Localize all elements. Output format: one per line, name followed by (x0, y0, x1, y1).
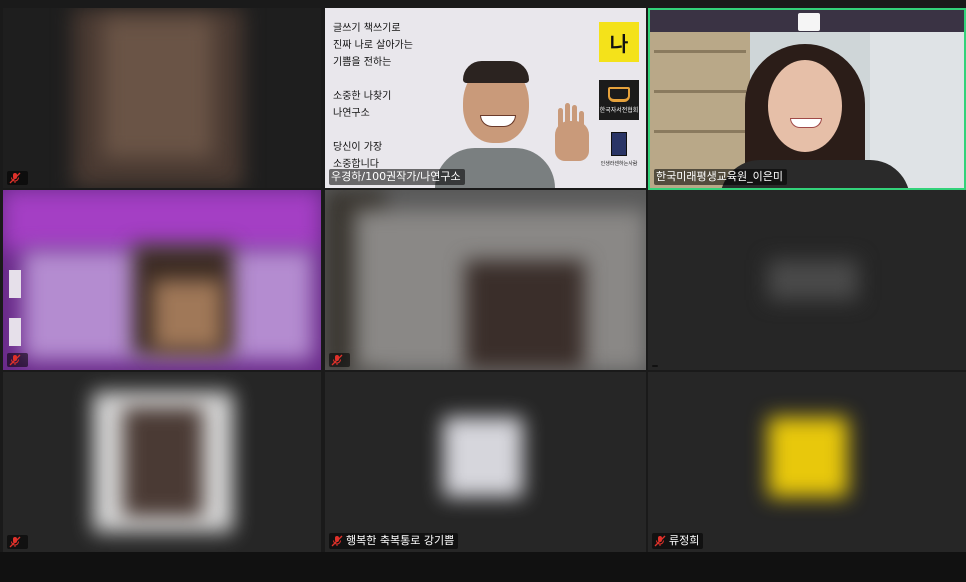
participant-tile-8[interactable]: 행복한 축복통로 강기쁨 (325, 372, 646, 552)
slide-line: 글쓰기 책쓰기로 (333, 23, 401, 34)
participant-name: 한국미래평생교육원_이은미 (656, 170, 783, 183)
participant-name-tag (7, 353, 28, 367)
participant-name-tag: 류정희 (652, 533, 704, 549)
participant-tile-1[interactable] (3, 8, 321, 188)
book-cover-icon (611, 132, 627, 156)
participant-name-tag: 한국미래평생교육원_이은미 (654, 169, 787, 185)
book-icon (608, 86, 630, 102)
participant-name-tag (329, 353, 350, 367)
logo-caption: 한국자서전협회 (599, 106, 639, 114)
mic-muted-icon (331, 535, 343, 547)
participant-name-tag: 행복한 축복통로 강기쁨 (329, 533, 459, 549)
background-bookshelf (650, 10, 750, 188)
mic-muted-icon (9, 172, 21, 184)
mic-muted-icon (9, 536, 21, 548)
association-logo: 한국자서전협회 (599, 80, 639, 120)
mic-muted-icon (331, 354, 343, 366)
video-grid: 글쓰기 책쓰기로 진짜 나로 살아가는 기쁨을 전하는 소중한 나찾기 나연구소… (0, 0, 966, 552)
na-logo: 나 (599, 22, 639, 62)
participant-name-tag: 우경하/100권작가/나연구소 (329, 169, 465, 185)
logo-text: 나 (609, 31, 629, 56)
participant-name: 우경하/100권작가/나연구소 (331, 170, 461, 183)
participant-name: 행복한 축복통로 강기쁨 (346, 534, 455, 547)
mic-muted-icon (654, 535, 666, 547)
participant-tile-9[interactable]: 류정희 (648, 372, 966, 552)
participant-tile-5[interactable] (325, 190, 646, 370)
speaker-video (425, 53, 595, 188)
mic-muted-icon (9, 354, 21, 366)
participant-tile-4[interactable] (3, 190, 321, 370)
meeting-toolbar (0, 552, 966, 582)
participant-tile-6[interactable] (648, 190, 966, 370)
participant-tile-2[interactable]: 글쓰기 책쓰기로 진짜 나로 살아가는 기쁨을 전하는 소중한 나찾기 나연구소… (325, 8, 646, 188)
logo-caption: 인생라센하는사람 (600, 161, 638, 167)
participant-name-tag (7, 535, 28, 549)
participant-name: 류정희 (669, 534, 700, 547)
book-logo: 인생라센하는사람 (599, 132, 639, 176)
participant-tile-7[interactable] (3, 372, 321, 552)
participant-tile-3[interactable]: 한국미래평생교육원_이은미 (648, 8, 966, 190)
participant-name-tag (652, 365, 658, 367)
slide-line: 진짜 나로 살아가는 (333, 40, 413, 51)
participant-name-tag (7, 171, 28, 185)
sign-icon (798, 13, 820, 31)
